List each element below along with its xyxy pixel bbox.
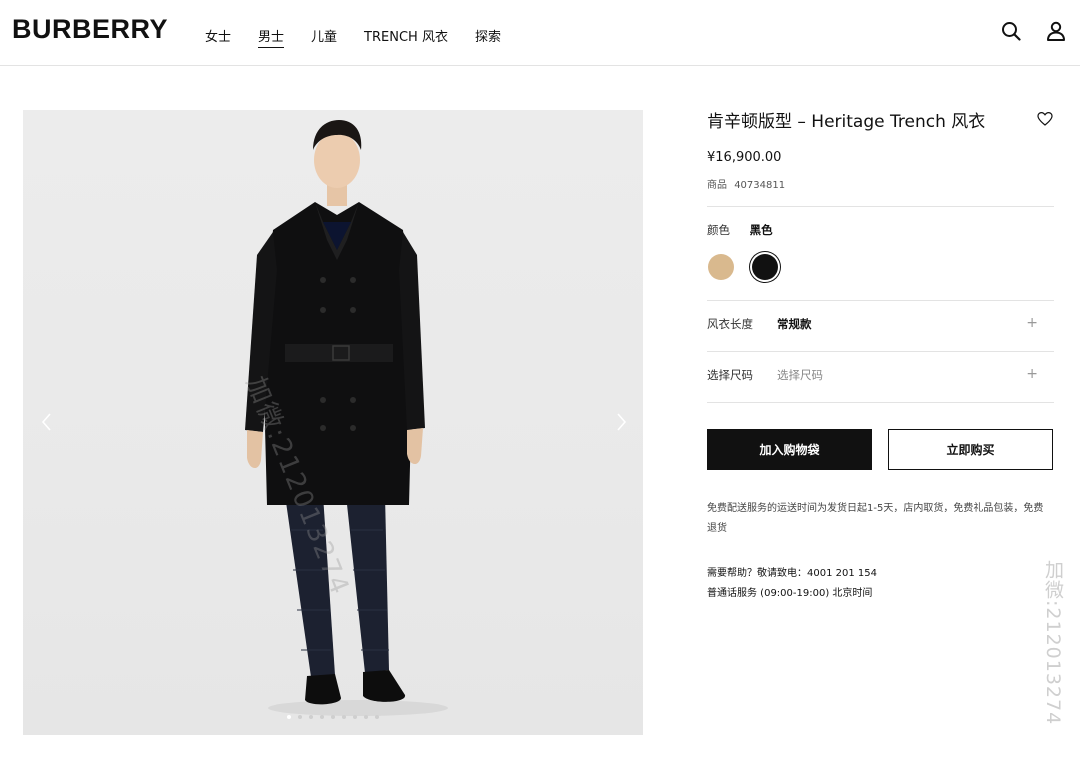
size-selector[interactable]: 选择尺码 选择尺码 + xyxy=(707,366,1054,387)
chevron-left-icon[interactable] xyxy=(39,410,55,434)
nav-item-women[interactable]: 女士 xyxy=(205,26,231,48)
color-label: 颜色 xyxy=(707,223,730,237)
help-phone: 需要帮助？敬请致电：4001 201 154 xyxy=(707,568,877,579)
nav-item-children[interactable]: 儿童 xyxy=(311,26,337,48)
expand-plus-icon[interactable]: + xyxy=(1026,366,1038,382)
length-selector[interactable]: 风衣长度 常规款 + xyxy=(707,315,1054,336)
add-to-bag-button[interactable]: 加入购物袋 xyxy=(707,429,872,470)
buy-now-button[interactable]: 立即购买 xyxy=(888,429,1053,470)
divider xyxy=(707,206,1054,207)
slide-dot[interactable] xyxy=(342,715,346,719)
product-title: 肯辛顿版型 – Heritage Trench 风衣 xyxy=(707,112,986,132)
sku-number: 40734811 xyxy=(734,180,786,191)
slide-dot[interactable] xyxy=(375,715,379,719)
slide-indicator xyxy=(23,715,643,719)
shipping-note: 免费配送服务的运送时间为发货日起1-5天，店内取货，免费礼品包装，免费退货 xyxy=(707,503,1044,534)
divider xyxy=(707,351,1054,352)
divider xyxy=(707,300,1054,301)
slide-dot[interactable] xyxy=(364,715,368,719)
main-nav: 女士 男士 儿童 TRENCH 风衣 探索 xyxy=(205,26,528,48)
slide-dot[interactable] xyxy=(287,715,291,719)
nav-item-men[interactable]: 男士 xyxy=(258,26,285,48)
divider xyxy=(707,402,1054,403)
product-sku: 商品 40734811 xyxy=(707,176,785,191)
chevron-right-icon[interactable] xyxy=(613,410,629,434)
selected-color: 黑色 xyxy=(749,223,773,237)
nav-item-explore[interactable]: 探索 xyxy=(475,26,501,48)
size-placeholder: 选择尺码 xyxy=(777,368,823,382)
color-swatch-honey[interactable] xyxy=(708,254,734,280)
slide-dot[interactable] xyxy=(298,715,302,719)
product-price: ¥16,900.00 xyxy=(707,150,782,165)
product-photo xyxy=(245,120,448,716)
length-label: 风衣长度 xyxy=(707,317,753,331)
slide-dot[interactable] xyxy=(331,715,335,719)
service-hours: 普通话服务 (09:00-19:00) 北京时间 xyxy=(707,588,873,599)
sku-label: 商品 xyxy=(707,180,727,191)
color-swatch-black[interactable] xyxy=(752,254,778,280)
color-selector-label: 颜色 黑色 xyxy=(707,222,773,238)
size-label: 选择尺码 xyxy=(707,368,753,382)
slide-dot[interactable] xyxy=(320,715,324,719)
slide-dot[interactable] xyxy=(309,715,313,719)
length-value: 常规款 xyxy=(777,317,812,331)
search-icon[interactable] xyxy=(1000,20,1022,42)
side-watermark: 加微:212013274 xyxy=(1042,560,1064,726)
account-icon[interactable] xyxy=(1045,20,1067,42)
slide-dot[interactable] xyxy=(353,715,357,719)
expand-plus-icon[interactable]: + xyxy=(1026,315,1038,331)
product-image-gallery[interactable]: 加微:212013274 xyxy=(23,110,643,735)
heart-icon[interactable] xyxy=(1037,111,1053,127)
site-header: BURBERRY 女士 男士 儿童 TRENCH 风衣 探索 xyxy=(0,0,1080,66)
nav-item-trench[interactable]: TRENCH 风衣 xyxy=(364,26,448,48)
brand-logo[interactable]: BURBERRY xyxy=(12,14,168,45)
